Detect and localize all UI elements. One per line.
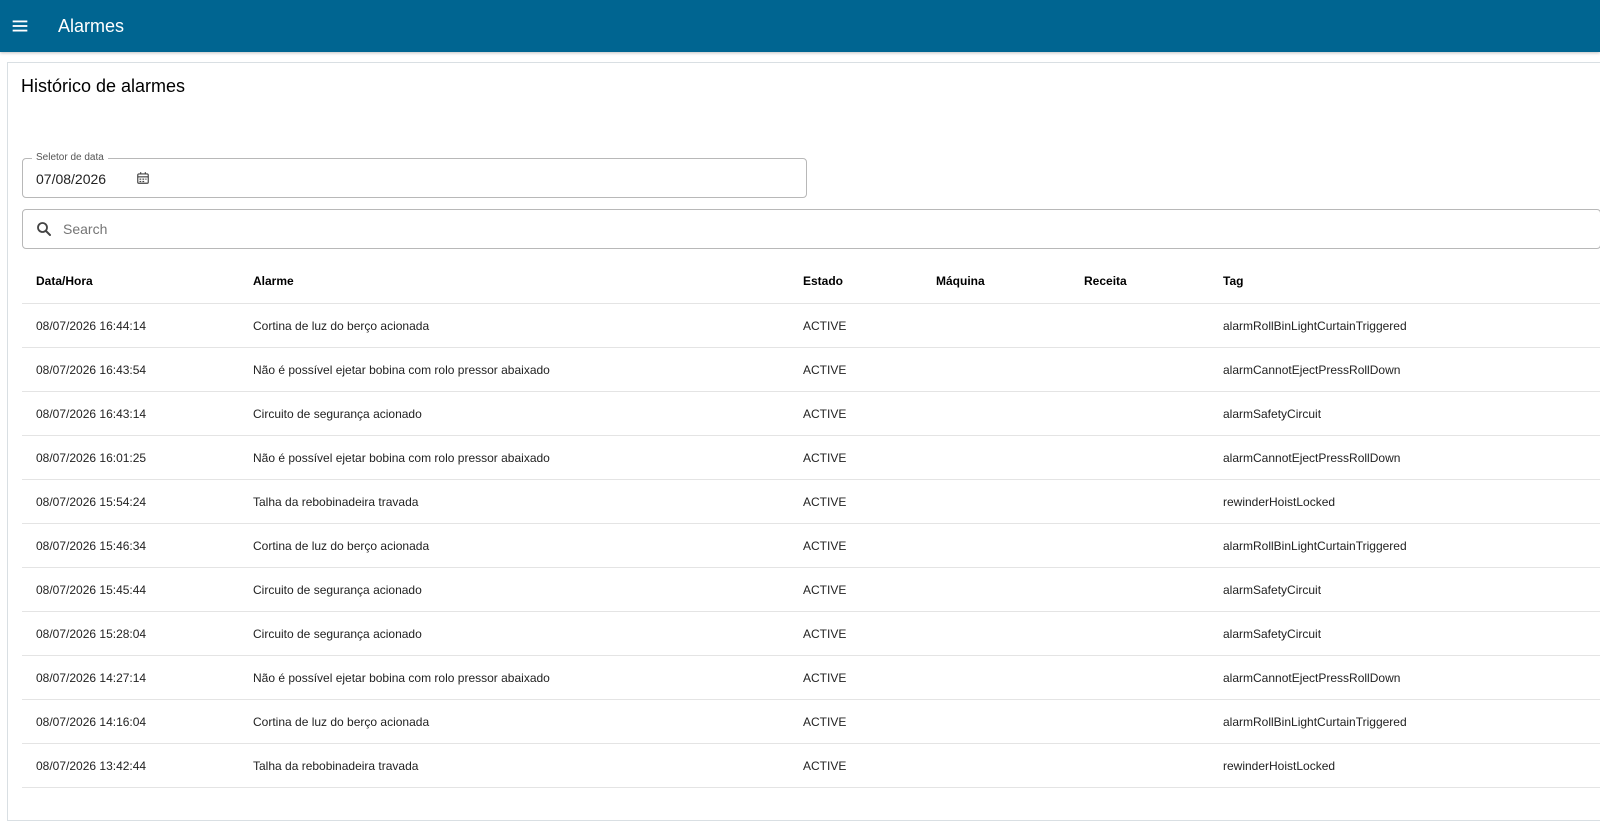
column-header-tag[interactable]: Tag	[1209, 259, 1600, 304]
column-header-date[interactable]: Data/Hora	[22, 259, 239, 304]
cell-alarm: Circuito de segurança acionado	[239, 391, 789, 436]
cell-alarm: Circuito de segurança acionado	[239, 611, 789, 656]
cell-tag: alarmCannotEjectPressRollDown	[1209, 347, 1600, 392]
cell-recipe	[1070, 567, 1209, 612]
cell-recipe	[1070, 611, 1209, 656]
table-row[interactable]: 08/07/2026 14:16:04 Cortina de luz do ber…	[22, 699, 1600, 744]
table-body: 08/07/2026 16:44:14 Cortina de luz do ber…	[22, 303, 1600, 788]
cell-tag: alarmSafetyCircuit	[1209, 567, 1600, 612]
cell-date: 08/07/2026 15:45:44	[22, 567, 239, 612]
cell-date: 08/07/2026 14:27:14	[22, 655, 239, 700]
cell-machine	[922, 435, 1070, 480]
cell-recipe	[1070, 303, 1209, 348]
cell-state: ACTIVE	[789, 699, 922, 744]
cell-alarm: Talha da rebobinadeira travada	[239, 479, 789, 524]
cell-state: ACTIVE	[789, 743, 922, 788]
cell-tag: alarmCannotEjectPressRollDown	[1209, 435, 1600, 480]
date-picker-value[interactable]: 07/08/2026	[36, 171, 106, 187]
cell-date: 08/07/2026 16:43:14	[22, 391, 239, 436]
date-picker-field[interactable]: Seletor de data 07/08/2026	[22, 152, 807, 198]
table-row[interactable]: 08/07/2026 15:28:04 Circuito de segurança…	[22, 611, 1600, 656]
table-row[interactable]: 08/07/2026 16:01:25 Não é possível ejetar…	[22, 435, 1600, 480]
cell-tag: alarmSafetyCircuit	[1209, 611, 1600, 656]
cell-state: ACTIVE	[789, 611, 922, 656]
cell-state: ACTIVE	[789, 303, 922, 348]
cell-date: 08/07/2026 16:01:25	[22, 435, 239, 480]
column-header-machine[interactable]: Máquina	[922, 259, 1070, 304]
cell-state: ACTIVE	[789, 391, 922, 436]
cell-date: 08/07/2026 15:28:04	[22, 611, 239, 656]
cell-date: 08/07/2026 16:44:14	[22, 303, 239, 348]
cell-alarm: Não é possível ejetar bobina com rolo pr…	[239, 347, 789, 392]
cell-date: 08/07/2026 13:42:44	[22, 743, 239, 788]
cell-machine	[922, 391, 1070, 436]
cell-date: 08/07/2026 16:43:54	[22, 347, 239, 392]
cell-state: ACTIVE	[789, 655, 922, 700]
menu-button[interactable]	[0, 0, 40, 52]
page-title: Histórico de alarmes	[21, 76, 186, 96]
cell-alarm: Não é possível ejetar bobina com rolo pr…	[239, 655, 789, 700]
table-row[interactable]: 08/07/2026 14:27:14 Não é possível ejetar…	[22, 655, 1600, 700]
cell-tag: alarmCannotEjectPressRollDown	[1209, 655, 1600, 700]
cell-alarm: Cortina de luz do berço acionada	[239, 523, 789, 568]
cell-recipe	[1070, 391, 1209, 436]
calendar-icon[interactable]	[136, 171, 150, 185]
cell-tag: rewinderHoistLocked	[1209, 479, 1600, 524]
cell-alarm: Cortina de luz do berço acionada	[239, 699, 789, 744]
table-row[interactable]: 08/07/2026 15:54:24 Talha da rebobinadeir…	[22, 479, 1600, 524]
cell-machine	[922, 479, 1070, 524]
alarm-table: Data/Hora Alarme Estado Máquina Receita …	[22, 259, 1600, 788]
app-bar: Alarmes	[0, 0, 1600, 52]
search-input[interactable]	[61, 220, 1600, 238]
cell-machine	[922, 699, 1070, 744]
search-field[interactable]	[22, 209, 1600, 249]
cell-date: 08/07/2026 14:16:04	[22, 699, 239, 744]
cell-recipe	[1070, 479, 1209, 524]
cell-machine	[922, 523, 1070, 568]
alarm-history-card: Histórico de alarmes Seletor de data 07/…	[7, 62, 1600, 821]
cell-date: 08/07/2026 15:46:34	[22, 523, 239, 568]
cell-state: ACTIVE	[789, 567, 922, 612]
cell-tag: alarmRollBinLightCurtainTriggered	[1209, 523, 1600, 568]
cell-recipe	[1070, 435, 1209, 480]
cell-recipe	[1070, 523, 1209, 568]
cell-alarm: Cortina de luz do berço acionada	[239, 303, 789, 348]
cell-date: 08/07/2026 15:54:24	[22, 479, 239, 524]
table-row[interactable]: 08/07/2026 16:43:54 Não é possível ejetar…	[22, 347, 1600, 392]
cell-state: ACTIVE	[789, 523, 922, 568]
cell-state: ACTIVE	[789, 435, 922, 480]
cell-state: ACTIVE	[789, 479, 922, 524]
menu-icon	[12, 20, 28, 32]
cell-alarm: Talha da rebobinadeira travada	[239, 743, 789, 788]
cell-recipe	[1070, 347, 1209, 392]
cell-machine	[922, 743, 1070, 788]
cell-alarm: Circuito de segurança acionado	[239, 567, 789, 612]
column-header-state[interactable]: Estado	[789, 259, 922, 304]
cell-recipe	[1070, 655, 1209, 700]
table-row[interactable]: 08/07/2026 15:46:34 Cortina de luz do ber…	[22, 523, 1600, 568]
cell-alarm: Não é possível ejetar bobina com rolo pr…	[239, 435, 789, 480]
column-header-recipe[interactable]: Receita	[1070, 259, 1209, 304]
cell-recipe	[1070, 743, 1209, 788]
table-header-row: Data/Hora Alarme Estado Máquina Receita …	[22, 259, 1600, 304]
table-row[interactable]: 08/07/2026 15:45:44 Circuito de segurança…	[22, 567, 1600, 612]
cell-machine	[922, 567, 1070, 612]
cell-machine	[922, 347, 1070, 392]
cell-machine	[922, 611, 1070, 656]
cell-tag: rewinderHoistLocked	[1209, 743, 1600, 788]
date-picker-label: Seletor de data	[32, 152, 108, 164]
cell-tag: alarmRollBinLightCurtainTriggered	[1209, 303, 1600, 348]
cell-machine	[922, 655, 1070, 700]
search-icon	[37, 222, 51, 236]
table-row[interactable]: 08/07/2026 13:42:44 Talha da rebobinadeir…	[22, 743, 1600, 788]
table-row[interactable]: 08/07/2026 16:43:14 Circuito de segurança…	[22, 391, 1600, 436]
cell-machine	[922, 303, 1070, 348]
cell-recipe	[1070, 699, 1209, 744]
column-header-alarm[interactable]: Alarme	[239, 259, 789, 304]
cell-tag: alarmSafetyCircuit	[1209, 391, 1600, 436]
cell-tag: alarmRollBinLightCurtainTriggered	[1209, 699, 1600, 744]
cell-state: ACTIVE	[789, 347, 922, 392]
table-row[interactable]: 08/07/2026 16:44:14 Cortina de luz do ber…	[22, 303, 1600, 348]
app-title: Alarmes	[58, 15, 125, 36]
